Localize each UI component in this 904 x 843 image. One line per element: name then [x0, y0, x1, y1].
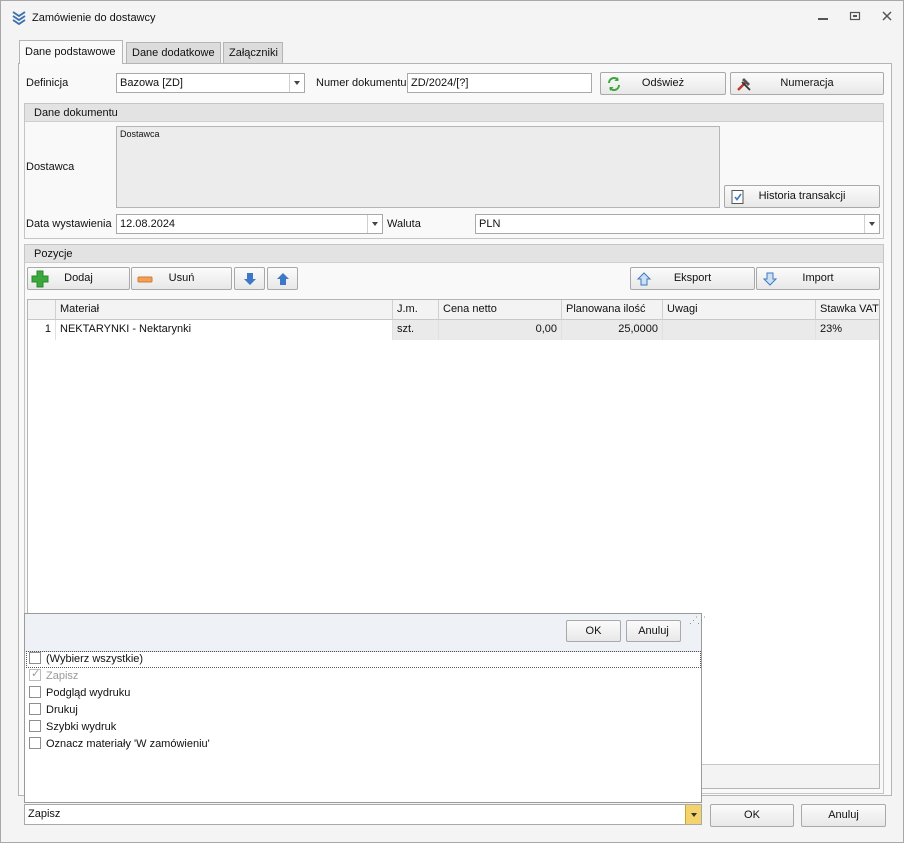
usun-label: Usuń — [168, 272, 195, 284]
data-wystawienia-label: Data wystawienia — [26, 218, 112, 230]
checklist-item-zapisz: Zapisz — [29, 667, 79, 686]
grid-header-lp — [28, 300, 56, 320]
odswiez-button[interactable]: Odśwież — [600, 72, 726, 95]
window-title: Zamówienie do dostawcy — [32, 12, 156, 24]
tab-dane-podstawowe[interactable]: Dane podstawowe — [19, 40, 123, 64]
minimize-icon[interactable] — [815, 10, 831, 26]
cell-stawka-vat[interactable]: 23% — [816, 320, 879, 340]
numeracja-label: Numeracja — [780, 77, 834, 89]
arrow-down-icon — [242, 271, 258, 287]
numeracja-button[interactable]: Numeracja — [730, 72, 884, 95]
checklist-item-label: Podgląd wydruku — [46, 687, 131, 699]
anuluj-button[interactable]: Anuluj — [801, 804, 886, 827]
refresh-icon — [606, 76, 622, 92]
import-button[interactable]: Import — [756, 267, 880, 290]
checkbox-icon[interactable] — [29, 686, 41, 698]
grid-header-material[interactable]: Materiał — [56, 300, 393, 320]
popup-ok-button[interactable]: OK — [566, 620, 621, 642]
cell-jm[interactable]: szt. — [393, 320, 439, 340]
grid-header-uwagi[interactable]: Uwagi — [663, 300, 816, 320]
checklist-item-label: Oznacz materiały 'W zamówieniu' — [46, 738, 210, 750]
grid-header-stawka-vat[interactable]: Stawka VAT — [816, 300, 879, 320]
cell-planowana-ilosc[interactable]: 25,0000 — [562, 320, 663, 340]
dodaj-label: Dodaj — [64, 272, 93, 284]
chevron-down-icon[interactable] — [685, 805, 701, 824]
eksport-button[interactable]: Eksport — [630, 267, 755, 290]
cell-material[interactable]: NEKTARYNKI - Nektarynki — [56, 320, 393, 340]
checklist-icon — [730, 189, 746, 205]
data-wystawienia-value: 12.08.2024 — [120, 218, 176, 230]
title-bar: Zamówienie do dostawcy — [1, 1, 903, 35]
grid-header-planowana-ilosc[interactable]: Planowana ilość — [562, 300, 663, 320]
move-up-button[interactable] — [267, 267, 298, 290]
numer-dokumentu-field[interactable]: ZD/2024/[?] — [407, 73, 592, 93]
dostawca-label: Dostawca — [26, 161, 75, 173]
post-save-action-value: Zapisz — [28, 808, 61, 820]
cell-uwagi[interactable] — [663, 320, 816, 340]
checkbox-checked-icon — [29, 667, 41, 681]
arrow-up-icon — [275, 271, 291, 287]
dane-dokumentu-title: Dane dokumentu — [25, 104, 883, 122]
dostawca-box-caption: Dostawca — [120, 129, 160, 139]
waluta-value: PLN — [479, 218, 501, 230]
checkbox-icon[interactable] — [29, 720, 41, 732]
export-arrow-up-icon — [636, 271, 652, 287]
close-icon[interactable] — [879, 10, 895, 26]
checklist-item-select-all[interactable]: (Wybierz wszystkie) — [26, 651, 701, 668]
data-wystawienia-combo[interactable]: 12.08.2024 — [116, 214, 383, 234]
checklist-item-label: Szybki wydruk — [46, 721, 117, 733]
checkbox-icon[interactable] — [29, 703, 41, 715]
checklist-item-label: Drukuj — [46, 704, 78, 716]
historia-transakcji-button[interactable]: Historia transakcji — [724, 185, 880, 208]
checklist-item-drukuj[interactable]: Drukuj — [29, 703, 78, 720]
definicja-value: Bazowa [ZD] — [120, 77, 183, 89]
resize-grip-icon[interactable]: ⋰⋰ — [689, 615, 706, 626]
pozycje-title: Pozycje — [25, 245, 883, 263]
popup-anuluj-button[interactable]: Anuluj — [626, 620, 681, 642]
waluta-combo[interactable]: PLN — [475, 214, 880, 234]
dodaj-button[interactable]: Dodaj — [27, 267, 130, 290]
chevron-down-icon[interactable] — [289, 74, 304, 92]
waluta-label: Waluta — [387, 218, 421, 230]
popup-header: OK Anuluj ⋰⋰ — [25, 614, 706, 652]
definicja-label: Definicja — [26, 77, 69, 89]
restore-icon[interactable] — [847, 10, 863, 26]
actions-checklist-popup: OK Anuluj ⋰⋰ (Wybierz wszystkie) Zapisz … — [24, 613, 706, 803]
app-chevrons-icon — [11, 10, 27, 29]
dostawca-box[interactable]: Dostawca — [116, 126, 720, 208]
tab-dane-dodatkowe[interactable]: Dane dodatkowe — [126, 42, 221, 64]
numer-label: Numer dokumentu — [316, 77, 407, 89]
usun-button[interactable]: Usuń — [131, 267, 232, 290]
checklist-item-label: Zapisz — [46, 670, 79, 682]
checklist-item-szybki-wydruk[interactable]: Szybki wydruk — [29, 720, 116, 737]
eksport-label: Eksport — [673, 272, 712, 284]
definicja-combo[interactable]: Bazowa [ZD] — [116, 73, 305, 93]
import-arrow-down-icon — [762, 271, 778, 287]
chevron-down-icon[interactable] — [367, 215, 382, 233]
checklist-item-oznacz-materialy[interactable]: Oznacz materiały 'W zamówieniu' — [29, 737, 210, 754]
dialog-window: Zamówienie do dostawcy Dane podstawowe D… — [0, 0, 904, 843]
ok-button[interactable]: OK — [710, 804, 794, 827]
checklist-item-podglad-wydruku[interactable]: Podgląd wydruku — [29, 686, 130, 703]
tab-zalaczniki[interactable]: Załączniki — [223, 42, 283, 64]
cell-lp: 1 — [28, 320, 56, 340]
plus-icon — [31, 270, 49, 288]
historia-label: Historia transakcji — [758, 190, 846, 202]
grid-header-cena-netto[interactable]: Cena netto — [439, 300, 562, 320]
checkbox-icon[interactable] — [29, 652, 41, 664]
odswiez-label: Odśwież — [641, 77, 685, 89]
cell-cena-netto[interactable]: 0,00 — [439, 320, 562, 340]
checklist-item-label: (Wybierz wszystkie) — [46, 653, 144, 665]
post-save-action-combo[interactable]: Zapisz — [24, 804, 702, 825]
minus-icon — [137, 271, 153, 287]
tools-icon — [736, 76, 752, 92]
import-label: Import — [802, 272, 834, 284]
move-down-button[interactable] — [234, 267, 265, 290]
grid-header-jm[interactable]: J.m. — [393, 300, 439, 320]
checkbox-icon[interactable] — [29, 737, 41, 749]
chevron-down-icon[interactable] — [864, 215, 879, 233]
